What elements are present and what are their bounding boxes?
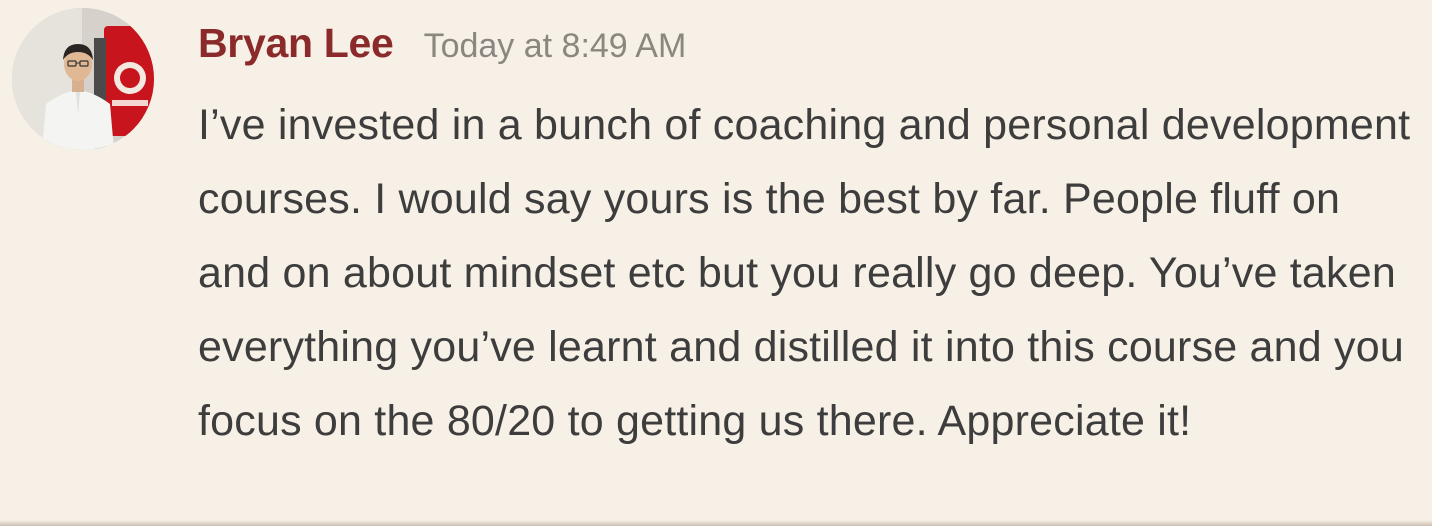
avatar[interactable] — [12, 8, 154, 150]
avatar-photo — [12, 8, 154, 150]
author-name[interactable]: Bryan Lee — [198, 20, 394, 67]
message-header: Bryan Lee Today at 8:49 AM — [198, 20, 686, 67]
message-text: I’ve invested in a bunch of coaching and… — [198, 101, 1411, 445]
divider — [0, 520, 1432, 526]
chat-message: Bryan Lee Today at 8:49 AM I’ve invested… — [0, 0, 1432, 526]
message-timestamp[interactable]: Today at 8:49 AM — [424, 27, 687, 66]
